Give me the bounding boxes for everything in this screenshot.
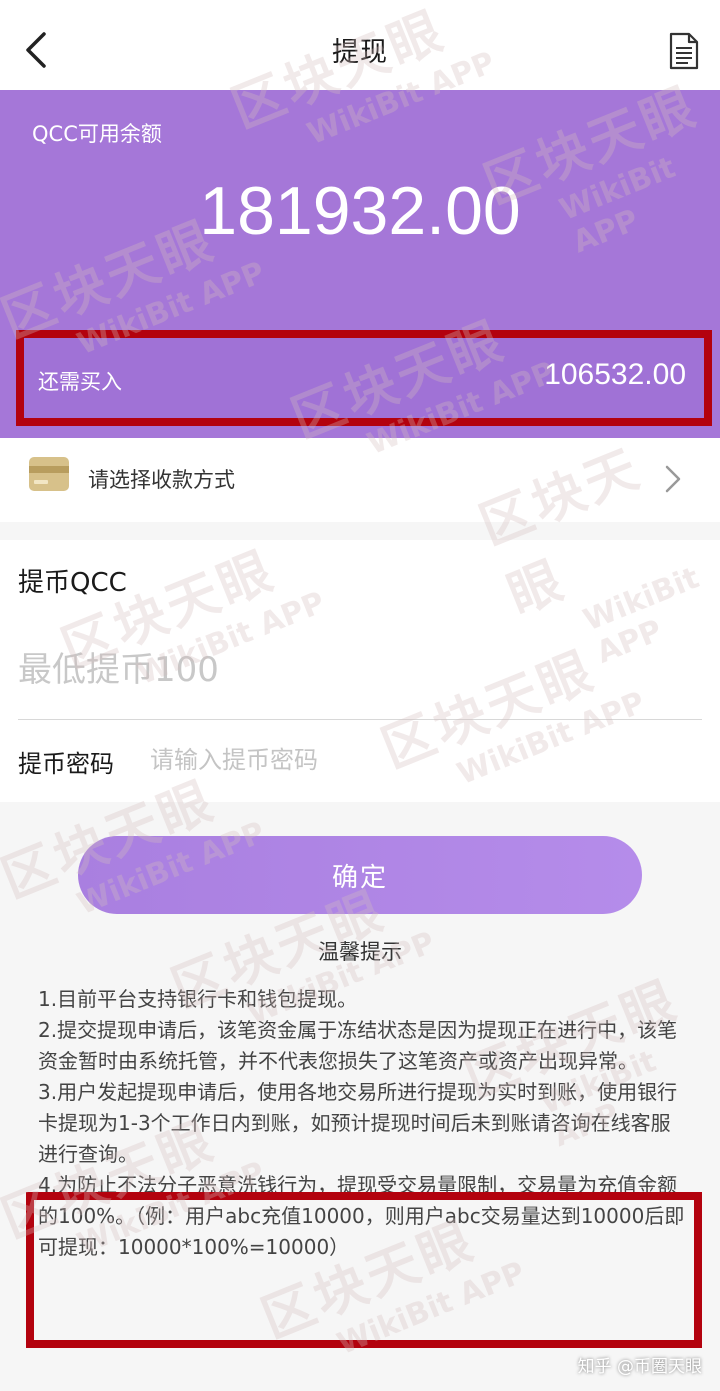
need-buy-value: 106532.00 bbox=[544, 358, 686, 391]
confirm-button[interactable]: 确定 bbox=[78, 836, 642, 914]
need-buy-row: 还需买入 106532.00 bbox=[16, 330, 712, 426]
document-icon bbox=[669, 32, 699, 70]
payment-method-row[interactable]: 请选择收款方式 bbox=[0, 438, 720, 522]
tip-item: 3.用户发起提现申请后，使用各地交易所进行提现为实时到账，使用银行卡提现为1-3… bbox=[38, 1080, 678, 1166]
chevron-right-icon bbox=[665, 465, 681, 493]
password-label: 提币密码 bbox=[18, 750, 114, 778]
balance-card: QCC可用余额 181932.00 还需买入 106532.00 bbox=[0, 90, 720, 438]
tips-title: 温馨提示 bbox=[318, 940, 402, 964]
payment-method-label: 请选择收款方式 bbox=[88, 468, 235, 492]
card-icon bbox=[29, 457, 69, 491]
highlight-annotation bbox=[26, 1192, 702, 1348]
tip-item: 2.提交提现申请后，该笔资金属于冻结状态是因为提现正在进行中，该笔资金暂时由系统… bbox=[38, 1018, 678, 1073]
tip-item: 1.目前平台支持银行卡和钱包提现。 bbox=[38, 987, 358, 1011]
balance-value: 181932.00 bbox=[199, 173, 521, 249]
divider bbox=[18, 719, 702, 720]
records-button[interactable] bbox=[668, 32, 700, 70]
withdraw-qcc-label: 提币QCC bbox=[18, 568, 127, 598]
top-nav-bar: 提现 bbox=[0, 0, 720, 90]
balance-label: QCC可用余额 bbox=[32, 122, 162, 146]
amount-input[interactable] bbox=[18, 640, 698, 700]
withdraw-form: 提币QCC 提币密码 bbox=[0, 540, 720, 802]
source-credit: 知乎 @币圈天眼 bbox=[577, 1357, 702, 1377]
page-title: 提现 bbox=[332, 37, 388, 68]
password-input[interactable] bbox=[150, 738, 690, 782]
need-buy-label: 还需买入 bbox=[38, 370, 122, 394]
